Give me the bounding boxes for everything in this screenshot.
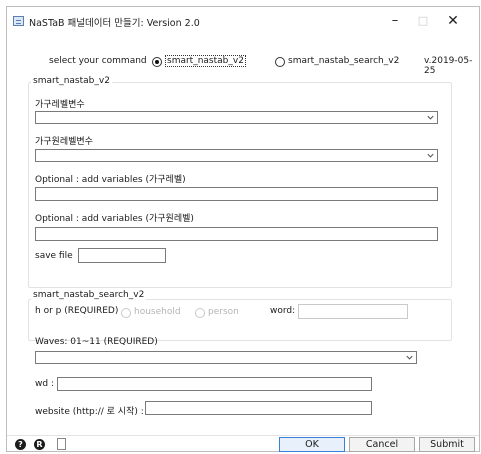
command-label: select your command <box>49 56 147 66</box>
radio-person[interactable] <box>195 308 205 318</box>
window-title: NaSTaB 패널데이터 만들기: Version 2.0 <box>29 18 200 29</box>
optional-member-input[interactable] <box>35 227 438 241</box>
maximize-button[interactable]: □ <box>409 9 437 33</box>
radio-household[interactable] <box>121 308 131 318</box>
chevron-down-icon <box>427 153 434 158</box>
radio-person-label[interactable]: person <box>208 307 239 317</box>
word-label: word: <box>270 306 296 316</box>
title-bar: NaSTaB 패널데이터 만들기: Version 2.0 – □ ✕ <box>7 7 479 35</box>
close-button[interactable]: ✕ <box>439 9 467 33</box>
group-title-smart-nastab-v2: smart_nastab_v2 <box>31 76 112 86</box>
wd-input[interactable] <box>57 377 372 391</box>
version-text: v.2019-05-25 <box>424 56 473 76</box>
waves-label: Waves: 01~11 (REQUIRED) <box>35 337 158 347</box>
word-input[interactable] <box>298 304 408 319</box>
radio-smart-nastab-v2[interactable] <box>152 57 162 67</box>
minimize-button[interactable]: – <box>381 9 409 33</box>
household-var-select[interactable] <box>35 111 438 124</box>
waves-select[interactable] <box>35 351 417 364</box>
optional-household-label: Optional : add variables (가구레벨) <box>35 175 186 185</box>
hp-label: h or p (REQUIRED) <box>35 306 119 316</box>
document-icon[interactable] <box>57 438 66 450</box>
household-var-label: 가구레벨변수 <box>35 100 85 110</box>
ok-button[interactable]: OK <box>279 437 345 452</box>
radio-smart-nastab-search-v2-label[interactable]: smart_nastab_search_v2 <box>288 56 399 66</box>
radio-household-label[interactable]: household <box>134 307 181 317</box>
website-label: website (http:// 로 시작) : <box>35 407 144 417</box>
optional-member-label: Optional : add variables (가구원레벨) <box>35 214 194 224</box>
wd-label: wd : <box>35 379 54 389</box>
website-input[interactable] <box>145 401 372 415</box>
submit-button[interactable]: Submit <box>419 437 475 452</box>
button-bar: ? R OK Cancel Submit <box>7 435 479 454</box>
dialog-window: NaSTaB 패널데이터 만들기: Version 2.0 – □ ✕ sele… <box>6 6 480 452</box>
save-file-input[interactable] <box>78 248 166 263</box>
chevron-down-icon <box>427 115 434 120</box>
help-icon[interactable]: ? <box>15 439 26 450</box>
radio-smart-nastab-v2-label[interactable]: smart_nastab_v2 <box>165 55 246 67</box>
cancel-button[interactable]: Cancel <box>349 437 415 452</box>
r-logo-icon[interactable]: R <box>34 439 45 450</box>
household-member-var-label: 가구원레벨변수 <box>35 137 93 147</box>
radio-smart-nastab-search-v2[interactable] <box>275 57 285 67</box>
save-file-label: save file <box>35 251 73 261</box>
app-icon <box>13 16 24 26</box>
household-member-var-select[interactable] <box>35 149 438 162</box>
group-title-smart-nastab-search-v2: smart_nastab_search_v2 <box>31 290 147 300</box>
optional-household-input[interactable] <box>35 187 438 201</box>
chevron-down-icon <box>406 355 413 360</box>
